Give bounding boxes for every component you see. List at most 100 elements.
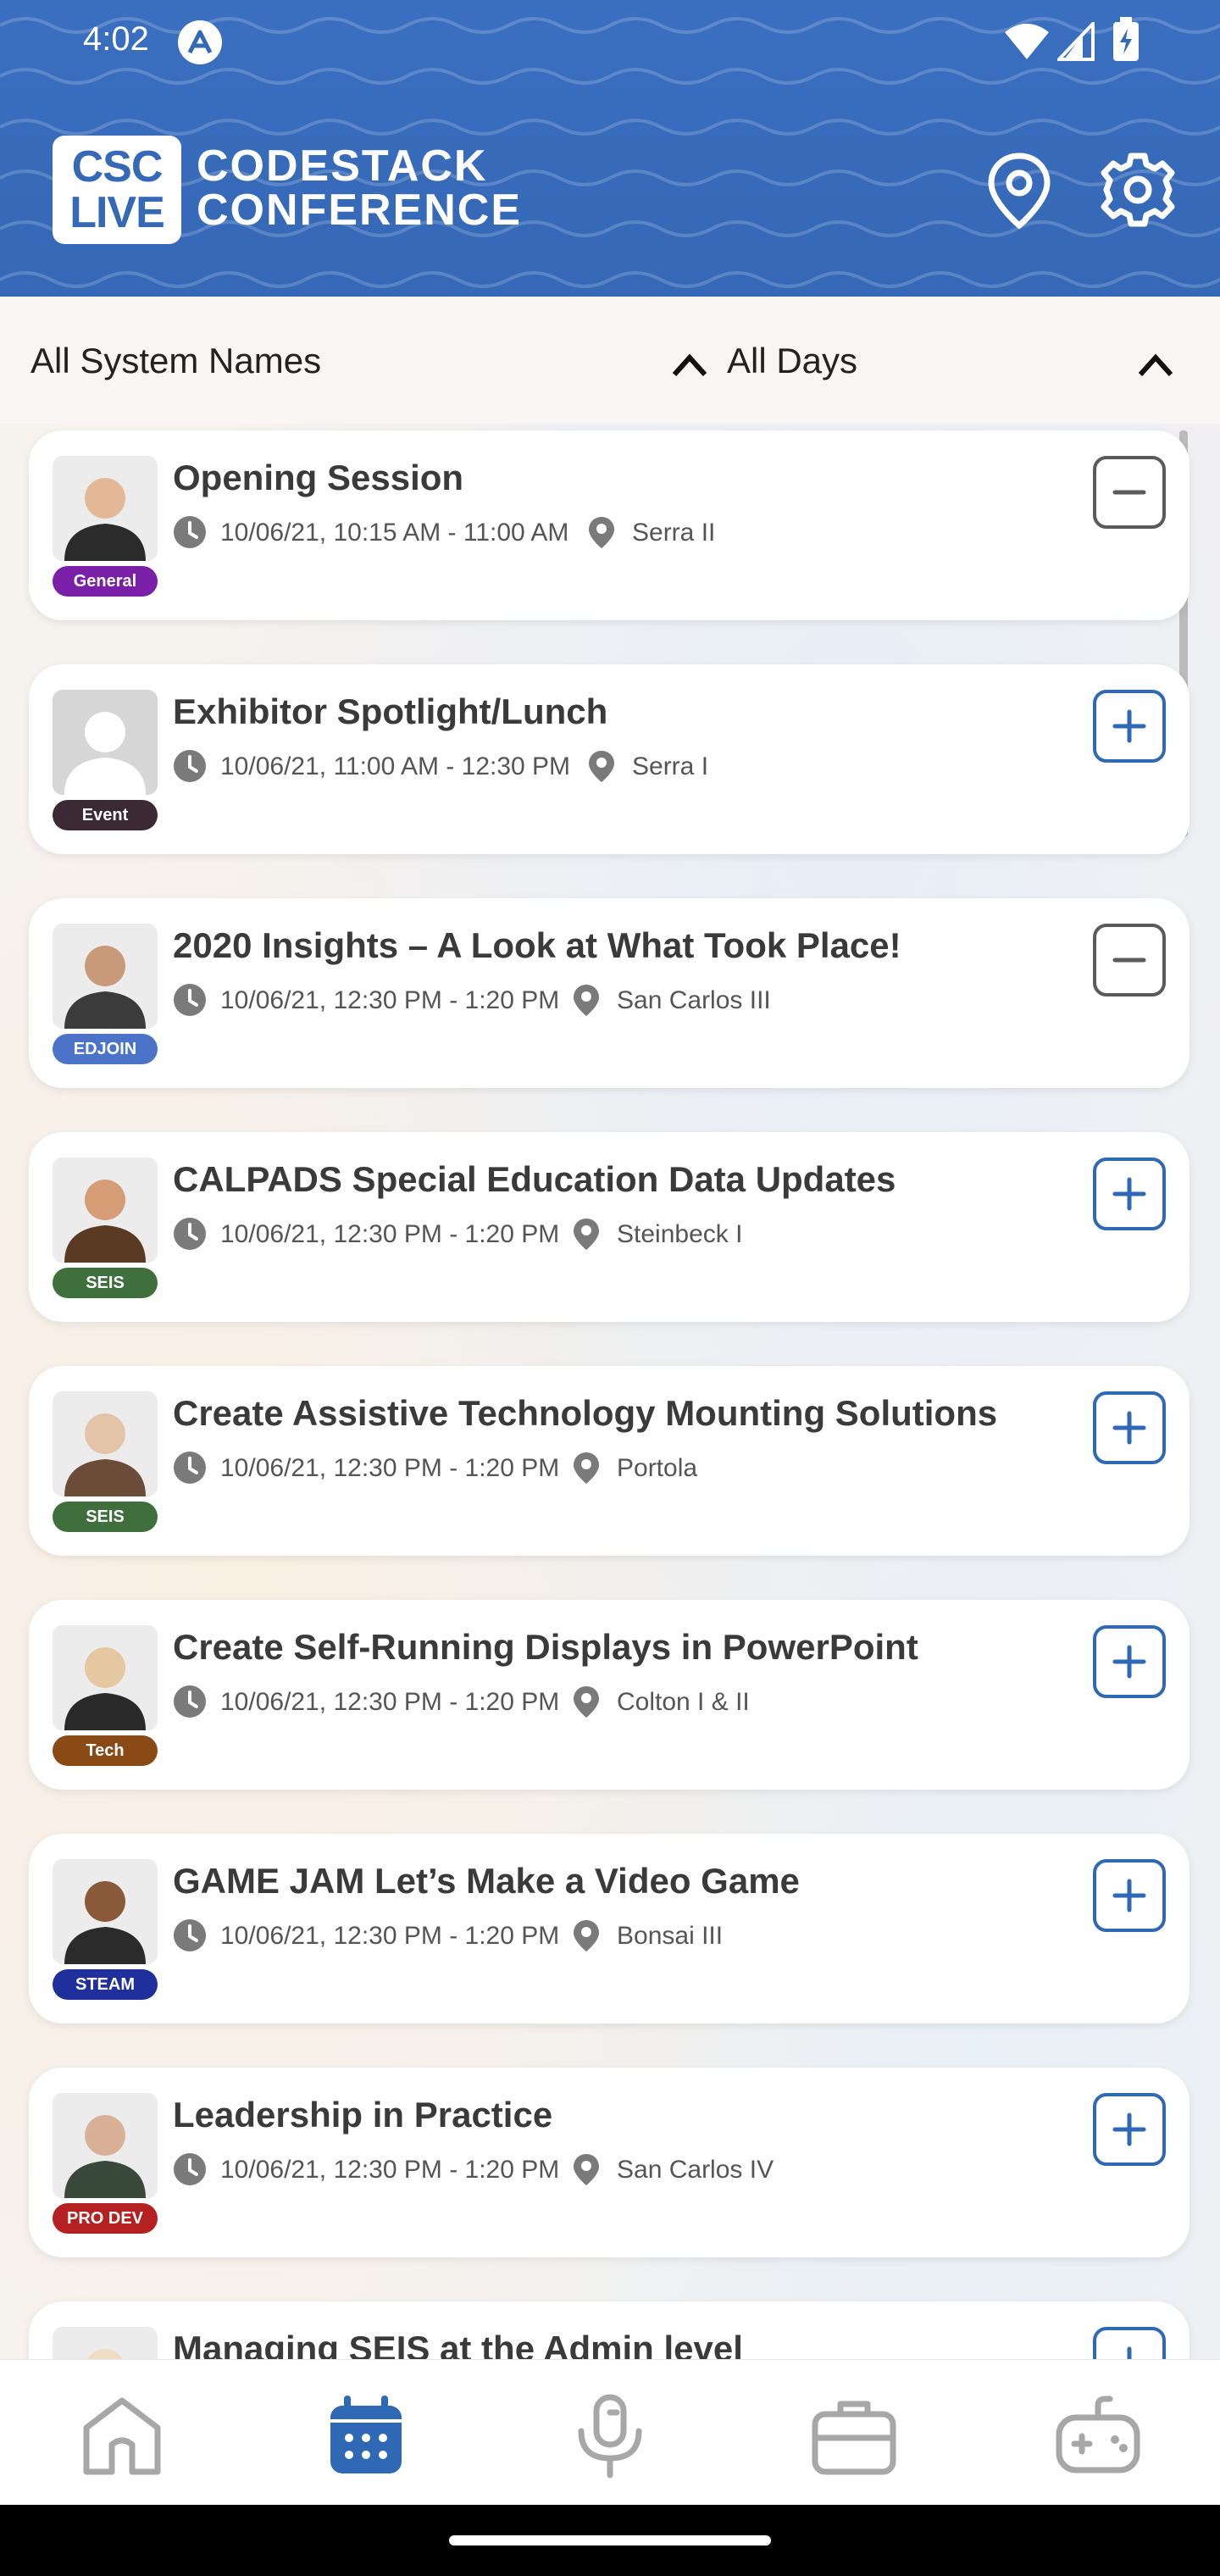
session-meta: 10/06/21, 12:30 PM - 1:20 PM Bonsai III xyxy=(173,1918,1062,1952)
session-title: Opening Session xyxy=(173,458,464,497)
home-gesture-handle[interactable] xyxy=(449,2535,771,2545)
clock-icon xyxy=(174,984,206,1016)
plus-icon xyxy=(1127,2346,1132,2359)
clock-icon xyxy=(174,516,206,548)
session-time: 10/06/21, 12:30 PM - 1:20 PM xyxy=(220,986,560,1014)
location-pin-icon xyxy=(574,1219,599,1250)
location-pin-icon xyxy=(589,751,614,782)
bottom-navigation xyxy=(0,2359,1220,2505)
add-to-schedule-button[interactable] xyxy=(1093,1391,1166,1464)
plus-icon xyxy=(1112,2112,1146,2146)
logo-line1: CODESTACK xyxy=(197,142,488,191)
status-bar: 4:02 xyxy=(0,0,1220,85)
category-badge: EDJOIN xyxy=(53,1034,158,1064)
speaker-avatar xyxy=(53,1391,158,1496)
speaker-avatar xyxy=(53,924,158,1029)
session-time: 10/06/21, 12:30 PM - 1:20 PM xyxy=(220,1688,560,1716)
session-room: Serra II xyxy=(632,519,716,547)
session-card[interactable]: STEAM GAME JAM Let’s Make a Video Game 10/… xyxy=(29,1834,1190,2024)
add-to-schedule-button[interactable] xyxy=(1093,1859,1166,1932)
speaker-avatar xyxy=(53,1158,158,1263)
add-to-schedule-button[interactable] xyxy=(1093,2093,1166,2166)
app-header: 4:02 CSC LIVE CODESTACK CONFERENCE xyxy=(0,0,1220,297)
session-card[interactable]: Managing SEIS at the Admin level xyxy=(29,2301,1190,2359)
plus-icon xyxy=(1112,1177,1146,1211)
session-room: San Carlos III xyxy=(617,986,771,1014)
filter-bar: All System Names All Days xyxy=(0,297,1220,424)
clock-icon xyxy=(174,1218,206,1250)
add-to-schedule-button[interactable] xyxy=(1093,1158,1166,1230)
session-card[interactable]: PRO DEV Leadership in Practice 10/06/21, 1… xyxy=(29,2068,1190,2257)
session-card[interactable]: Tech Create Self-Running Displays in Powe… xyxy=(29,1600,1190,1790)
session-meta: 10/06/21, 12:30 PM - 1:20 PM San Carlos I… xyxy=(173,983,1062,1017)
category-badge: Tech xyxy=(53,1735,158,1766)
session-card[interactable]: EDJOIN 2020 Insights – A Look at What Too… xyxy=(29,898,1190,1088)
microphone-icon[interactable] xyxy=(566,2394,654,2479)
system-gesture-bar xyxy=(0,2505,1220,2576)
session-title: Create Self-Running Displays in PowerPoi… xyxy=(173,1627,918,1667)
session-room: Portola xyxy=(617,1454,698,1482)
status-time: 4:02 xyxy=(83,20,149,58)
category-badge: Event xyxy=(53,800,158,830)
days-filter[interactable]: All Days xyxy=(727,341,857,381)
battery-charging-icon xyxy=(1113,17,1139,61)
speaker-avatar xyxy=(53,2327,158,2359)
signal-icon xyxy=(1057,22,1095,61)
speaker-avatar xyxy=(53,690,158,795)
add-to-schedule-button[interactable] xyxy=(1093,2327,1166,2359)
location-pin-icon xyxy=(574,985,599,1016)
plus-icon xyxy=(1112,1645,1146,1679)
speaker-avatar xyxy=(53,456,158,561)
chevron-up-icon[interactable] xyxy=(669,349,710,380)
session-title: 2020 Insights – A Look at What Took Plac… xyxy=(173,925,901,965)
home-icon[interactable] xyxy=(78,2394,166,2479)
session-time: 10/06/21, 12:30 PM - 1:20 PM xyxy=(220,1922,560,1950)
session-title: GAME JAM Let’s Make a Video Game xyxy=(173,1861,800,1901)
logo-badge-line1: CSC xyxy=(71,142,164,192)
codestack-logo: CSC LIVE CODESTACK CONFERENCE xyxy=(53,132,578,246)
session-card[interactable]: General Opening Session 10/06/21, 10:15 AM… xyxy=(29,430,1190,620)
clock-icon xyxy=(174,1452,206,1484)
location-pin-icon[interactable] xyxy=(981,151,1057,229)
category-badge: STEAM xyxy=(53,1969,158,2000)
system-names-filter[interactable]: All System Names xyxy=(30,341,321,381)
location-pin-icon xyxy=(589,517,614,548)
minus-icon xyxy=(1112,958,1146,963)
clock-icon xyxy=(174,2153,206,2185)
session-time: 10/06/21, 12:30 PM - 1:20 PM xyxy=(220,1220,560,1248)
session-room: Bonsai III xyxy=(617,1922,724,1950)
session-title: Exhibitor Spotlight/Lunch xyxy=(173,691,608,731)
session-meta: 10/06/21, 12:30 PM - 1:20 PM Steinbeck I xyxy=(173,1217,1062,1251)
calendar-icon[interactable] xyxy=(322,2394,410,2479)
session-card[interactable]: SEIS CALPADS Special Education Data Updat… xyxy=(29,1132,1190,1322)
logo-badge-line2: LIVE xyxy=(69,188,165,237)
session-meta: 10/06/21, 12:30 PM - 1:20 PM Portola xyxy=(173,1451,1062,1485)
chevron-up-icon[interactable] xyxy=(1135,349,1176,380)
plus-icon xyxy=(1112,709,1146,743)
app-notification-icon xyxy=(178,20,222,64)
session-card[interactable]: Event Exhibitor Spotlight/Lunch 10/06/21, … xyxy=(29,664,1190,854)
gear-icon[interactable] xyxy=(1100,151,1176,229)
plus-icon xyxy=(1112,1411,1146,1445)
logo-line2: CONFERENCE xyxy=(197,186,523,235)
session-time: 10/06/21, 12:30 PM - 1:20 PM xyxy=(220,2156,560,2184)
minus-icon xyxy=(1112,490,1146,495)
location-pin-icon xyxy=(574,1452,599,1484)
briefcase-icon[interactable] xyxy=(810,2394,898,2479)
category-badge: SEIS xyxy=(53,1502,158,1532)
clock-icon xyxy=(174,1919,206,1951)
session-time: 10/06/21, 12:30 PM - 1:20 PM xyxy=(220,1454,560,1482)
remove-from-schedule-button[interactable] xyxy=(1093,456,1166,529)
session-room: San Carlos IV xyxy=(617,2156,774,2184)
gamepad-icon[interactable] xyxy=(1054,2394,1142,2479)
session-time: 10/06/21, 10:15 AM - 11:00 AM xyxy=(220,519,569,547)
add-to-schedule-button[interactable] xyxy=(1093,690,1166,763)
add-to-schedule-button[interactable] xyxy=(1093,1625,1166,1698)
session-meta: 10/06/21, 10:15 AM - 11:00 AM Serra II xyxy=(173,515,1062,549)
remove-from-schedule-button[interactable] xyxy=(1093,924,1166,997)
session-list[interactable]: General Opening Session 10/06/21, 10:15 AM… xyxy=(0,424,1220,2359)
location-pin-icon xyxy=(574,1920,599,1951)
session-card[interactable]: SEIS Create Assistive Technology Mounting… xyxy=(29,1366,1190,1556)
speaker-avatar xyxy=(53,1859,158,1964)
clock-icon xyxy=(174,750,206,782)
